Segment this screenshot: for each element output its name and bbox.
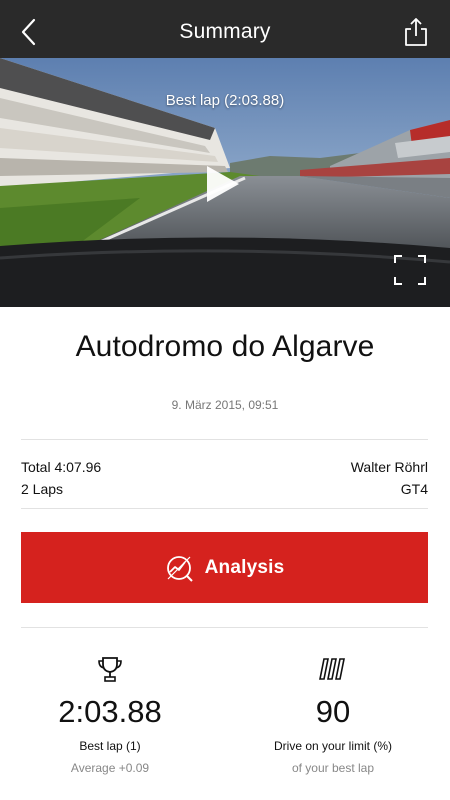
trophy-icon bbox=[98, 657, 122, 682]
nav-bar: Summary bbox=[0, 0, 450, 63]
drive-limit-label: Drive on your limit (%) bbox=[273, 739, 393, 753]
drive-limit-sub: of your best lap bbox=[291, 761, 375, 775]
fullscreen-icon bbox=[394, 255, 426, 285]
drive-limit-value: 90 bbox=[315, 694, 351, 729]
total-time: Total 4:07.96 bbox=[21, 459, 102, 475]
driver-info: Walter Röhrl GT4 bbox=[351, 456, 428, 500]
divider bbox=[21, 627, 428, 628]
analysis-chart-icon bbox=[166, 555, 193, 582]
analysis-button[interactable]: Analysis bbox=[21, 532, 428, 603]
track-name: Autodromo do Algarve bbox=[75, 330, 375, 363]
best-lap-value: 2:03.88 bbox=[58, 694, 162, 729]
fullscreen-button[interactable] bbox=[393, 254, 427, 286]
play-icon bbox=[207, 166, 239, 202]
best-lap-average: Average +0.09 bbox=[70, 761, 150, 775]
analysis-button-label: Analysis bbox=[204, 556, 285, 578]
page-title: Summary bbox=[179, 20, 271, 43]
session-date: 9. März 2015, 09:51 bbox=[171, 398, 279, 412]
driver-name: Walter Röhrl bbox=[350, 459, 428, 475]
session-summary: Total 4:07.96 2 Laps bbox=[21, 456, 101, 500]
lap-video[interactable]: Best lap (2:03.88) bbox=[0, 58, 450, 307]
drive-limit-stat: 90 Drive on your limit (%) of your best … bbox=[243, 655, 423, 775]
car-model: GT4 bbox=[400, 481, 428, 497]
video-caption: Best lap (2:03.88) bbox=[165, 92, 285, 109]
best-lap-stat: 2:03.88 Best lap (1) Average +0.09 bbox=[20, 655, 200, 775]
lap-count: 2 Laps bbox=[21, 481, 64, 497]
divider bbox=[21, 439, 428, 440]
best-lap-label: Best lap (1) bbox=[79, 739, 141, 753]
play-button[interactable] bbox=[203, 162, 243, 206]
share-button[interactable] bbox=[404, 16, 428, 48]
share-icon bbox=[405, 18, 427, 46]
divider bbox=[21, 508, 428, 509]
speed-bars-icon bbox=[319, 658, 345, 680]
